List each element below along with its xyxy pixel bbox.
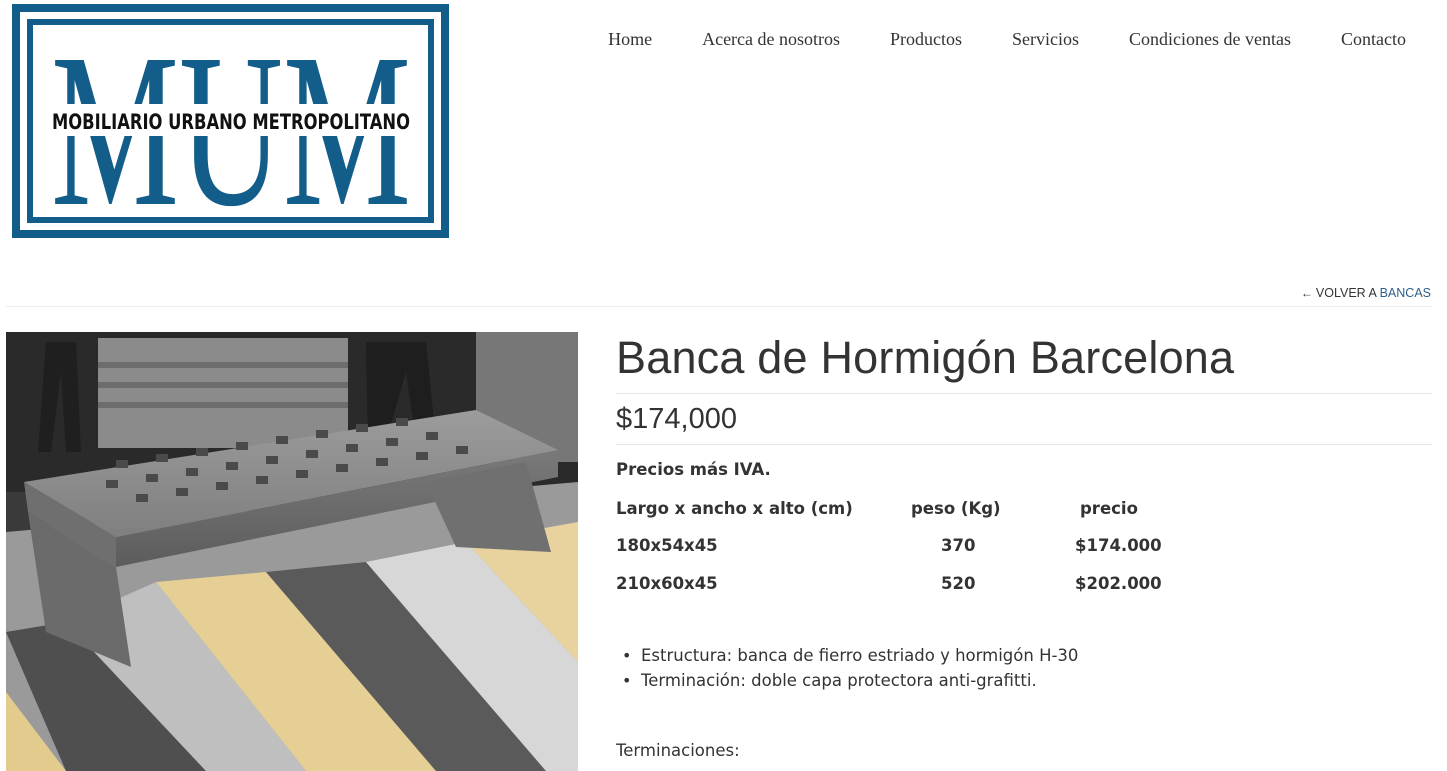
nav-about[interactable]: Acerca de nosotros xyxy=(677,27,865,51)
mum-logo-graphic: MUM MOBILIARIO URBANO METROPOLITANO xyxy=(12,4,449,238)
col-header-price: precio xyxy=(1080,498,1138,518)
cell-dimensions: 210x60x45 xyxy=(616,573,718,593)
back-link-prefix: VOLVER A xyxy=(1315,286,1377,300)
title-divider xyxy=(616,393,1432,394)
logo-tagline: MOBILIARIO URBANO METROPOLITANO xyxy=(52,110,410,134)
site-logo[interactable]: MUM MOBILIARIO URBANO METROPOLITANO xyxy=(12,4,449,238)
table-row: 210x60x45 520 $202.000 xyxy=(616,565,1195,603)
cell-price: $202.000 xyxy=(1075,573,1162,593)
product-title: Banca de Hormigón Barcelona xyxy=(616,332,1235,383)
specs-table: Largo x ancho x alto (cm) peso (Kg) prec… xyxy=(616,490,1195,603)
table-header-row: Largo x ancho x alto (cm) peso (Kg) prec… xyxy=(616,490,1195,528)
cell-weight: 370 xyxy=(941,536,976,556)
cell-weight: 520 xyxy=(941,573,976,593)
price-divider xyxy=(616,444,1432,445)
nav-home[interactable]: Home xyxy=(583,27,677,51)
main-nav: Home Acerca de nosotros Productos Servic… xyxy=(583,27,1447,51)
nav-services[interactable]: Servicios xyxy=(987,27,1104,51)
bench-photo xyxy=(6,332,578,771)
col-header-weight: peso (Kg) xyxy=(911,498,1001,518)
product-details: Banca de Hormigón Barcelona $174,000 Pre… xyxy=(616,332,1432,761)
header-divider xyxy=(6,306,1432,307)
tax-note: Precios más IVA. xyxy=(616,460,771,479)
finishes-heading: Terminaciones: xyxy=(616,740,740,760)
cell-dimensions: 180x54x45 xyxy=(616,536,718,556)
nav-sales-conditions[interactable]: Condiciones de ventas xyxy=(1104,27,1316,51)
col-header-dimensions: Largo x ancho x alto (cm) xyxy=(616,498,853,518)
product-price: $174,000 xyxy=(616,403,737,435)
list-item: Terminación: doble capa protectora anti-… xyxy=(616,668,1432,693)
cell-price: $174.000 xyxy=(1075,536,1162,556)
back-to-category-link[interactable]: ← VOLVER A BANCAS xyxy=(1301,286,1431,300)
features-list: Estructura: banca de fierro estriado y h… xyxy=(616,643,1432,693)
back-link-category[interactable]: BANCAS xyxy=(1380,286,1431,300)
nav-products[interactable]: Productos xyxy=(865,27,987,51)
list-item: Estructura: banca de fierro estriado y h… xyxy=(616,643,1432,668)
nav-contact[interactable]: Contacto xyxy=(1316,27,1447,51)
arrow-left-icon: ← xyxy=(1300,286,1313,300)
table-row: 180x54x45 370 $174.000 xyxy=(616,528,1195,566)
product-image[interactable] xyxy=(6,332,578,771)
